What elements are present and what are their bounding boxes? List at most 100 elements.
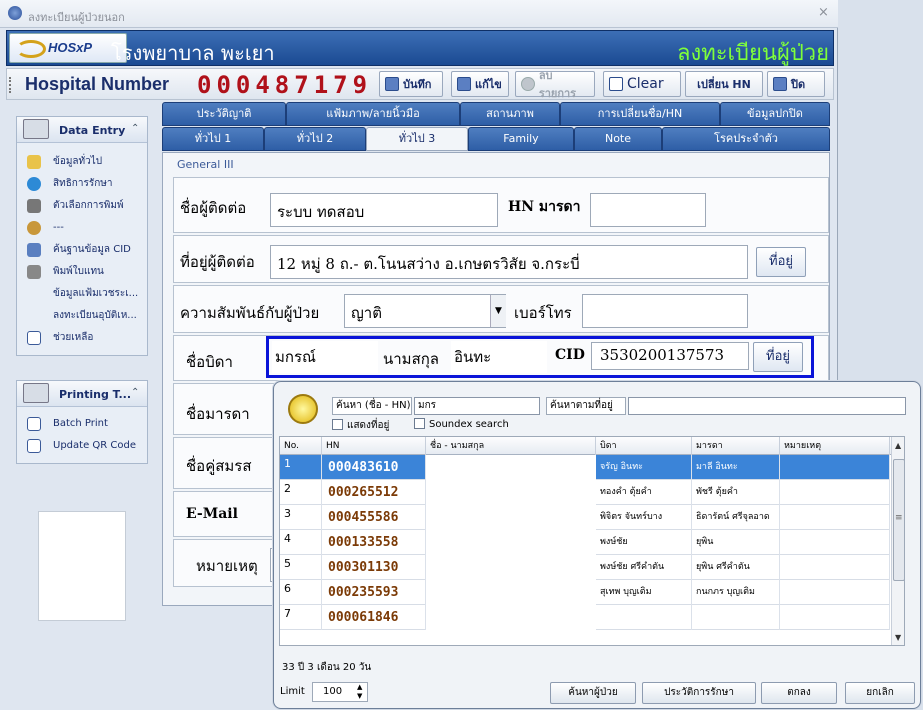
cell-father: พงษ์ชัย	[596, 530, 692, 555]
tab-chronic-disease[interactable]: โรคประจำตัว	[662, 127, 830, 151]
save-button[interactable]: บันทึก	[379, 71, 443, 97]
results-grid: No. HN ชื่อ - นามสกุล บิดา มารดา หมายเหต…	[279, 436, 905, 646]
sidebar-item-help[interactable]: ช่วยเหลือ	[17, 327, 147, 349]
father-surname-label: นามสกุล	[383, 350, 439, 368]
cell-father: ทองคำ ตุ้ยคำ	[596, 480, 692, 505]
tab-relatives[interactable]: ประวัติญาติ	[162, 102, 286, 126]
exit-icon	[773, 77, 787, 91]
cell-mother: ยุพิน	[692, 530, 780, 555]
tab-name-change[interactable]: การเปลี่ยนชื่อ/HN	[560, 102, 720, 126]
clear-button[interactable]: Clear	[603, 71, 681, 97]
tab-general-2[interactable]: ทั่วไป 2	[264, 127, 366, 151]
sidebar-item-print-options[interactable]: ตัวเลือกการพิมพ์	[17, 195, 147, 217]
patient-photo	[38, 511, 126, 621]
cell-hn: 000455586	[322, 505, 426, 530]
toolbar-grip[interactable]	[9, 77, 12, 93]
treatment-history-button[interactable]: ประวัติการรักษา	[642, 682, 756, 704]
title-bar: ลงทะเบียนผู้ป่วยนอก ×	[0, 0, 838, 28]
contact-address-field[interactable]: 12 หมู่ 8 ถ.- ต.โนนสว่าง อ.เกษตรวิสัย จ.…	[270, 245, 748, 279]
hn-value: 000487179	[197, 71, 373, 99]
sidebar-printing: Printing T... ⌃ Batch Print Update QR Co…	[16, 380, 148, 464]
show-address-checkbox[interactable]: แสดงที่อยู่	[332, 418, 389, 433]
pencil-icon	[457, 77, 471, 91]
tab-row-2: ทั่วไป 1 ทั่วไป 2 ทั่วไป 3 Family Note โ…	[162, 127, 830, 151]
tab-confidential[interactable]: ข้อมูลปกปิด	[720, 102, 830, 126]
mother-hn-label: HN มารดา	[508, 199, 581, 215]
sidebar-item-general[interactable]: ข้อมูลทั่วไป	[17, 151, 147, 173]
phone-field[interactable]	[582, 294, 748, 328]
cancel-button[interactable]: ยกเลิก	[845, 682, 915, 704]
chevron-up-icon[interactable]: ⌃	[131, 387, 139, 398]
father-first-name-field[interactable]: มกรณ์	[272, 341, 378, 373]
scroll-up-icon[interactable]: ▲	[895, 441, 901, 450]
cell-hn: 000301130	[322, 555, 426, 580]
cell-father: พิจิตร จันทร์บาง	[596, 505, 692, 530]
col-mother[interactable]: มารดา	[692, 437, 780, 455]
cell-note	[780, 605, 890, 630]
col-note[interactable]: หมายเหตุ	[780, 437, 890, 455]
relation-label: ความสัมพันธ์กับผู้ป่วย	[180, 304, 320, 322]
tab-status[interactable]: สถานภาพ	[460, 102, 560, 126]
mother-hn-field[interactable]	[590, 193, 706, 227]
change-hn-button[interactable]: เปลี่ยน HN	[685, 71, 763, 97]
sidebar-item-separator[interactable]: ---	[17, 217, 147, 239]
limit-stepper[interactable]: 100 ▲ ▼	[312, 682, 368, 702]
card-icon	[27, 243, 41, 257]
sidebar-item-medical-records[interactable]: ข้อมูลแฟ้มเวชระเ...	[17, 283, 147, 305]
col-no[interactable]: No.	[280, 437, 322, 455]
contact-field[interactable]: ระบบ ทดสอบ	[270, 193, 498, 227]
hn-label: Hospital Number	[25, 74, 170, 94]
grid-scrollbar[interactable]: ▲ ≡ ▼	[891, 437, 904, 645]
relation-row: ความสัมพันธ์กับผู้ป่วย ญาติ ▼ เบอร์โทร	[173, 285, 829, 333]
sidebar-item-batch-print[interactable]: Batch Print	[17, 413, 147, 435]
soundex-checkbox[interactable]: Soundex search	[414, 418, 509, 430]
ok-button[interactable]: ตกลง	[761, 682, 837, 704]
cell-note	[780, 455, 890, 480]
scroll-down-icon[interactable]: ▼	[895, 633, 901, 642]
cell-father: จรัญ อินทะ	[596, 455, 692, 480]
tab-photo-fingerprint[interactable]: แฟ้มภาพ/ลายนิ้วมือ	[286, 102, 460, 126]
chevron-up-icon[interactable]: ⌃	[131, 123, 139, 134]
sidebar-header[interactable]: Data Entry ⌃	[17, 117, 147, 143]
close-button[interactable]: ปิด	[767, 71, 825, 97]
col-name[interactable]: ชื่อ - นามสกุล	[426, 437, 596, 455]
tab-general-3[interactable]: ทั่วไป 3	[366, 127, 468, 151]
chevron-down-icon[interactable]: ▼	[490, 295, 506, 327]
sidebar-item-update-qr[interactable]: Update QR Code	[17, 435, 147, 457]
sidebar-item-reprint[interactable]: พิมพ์ใบแทน	[17, 261, 147, 283]
address-search-input[interactable]	[628, 397, 906, 415]
cell-note	[780, 505, 890, 530]
delete-button[interactable]: ลบรายการ	[515, 69, 595, 100]
close-icon[interactable]: ×	[818, 5, 829, 20]
edit-button[interactable]: แก้ไข	[451, 71, 509, 97]
cell-no: 7	[280, 605, 322, 630]
tab-family[interactable]: Family	[468, 127, 574, 151]
father-address-button[interactable]: ที่อยู่	[753, 342, 803, 372]
search-patient-button[interactable]: ค้นหาผู้ป่วย	[550, 682, 636, 704]
cell-no: 1	[280, 455, 322, 480]
sidebar-item-rights[interactable]: สิทธิการรักษา	[17, 173, 147, 195]
address-button[interactable]: ที่อยู่	[756, 247, 806, 277]
help-icon	[27, 331, 41, 345]
relation-select[interactable]: ญาติ	[344, 294, 506, 328]
tab-general-1[interactable]: ทั่วไป 1	[162, 127, 264, 151]
cid-label: CID	[555, 347, 585, 363]
father-label: ชื่อบิดา	[186, 353, 233, 371]
cell-mother: กนกภร บุญเติม	[692, 580, 780, 605]
search-input[interactable]: มกร	[414, 397, 540, 415]
cell-no: 4	[280, 530, 322, 555]
cid-field[interactable]: 3530200137573	[591, 342, 749, 370]
document-icon	[27, 417, 41, 431]
phone-label: เบอร์โทร	[514, 304, 572, 322]
father-highlight-box: มกรณ์ นามสกุล อินทะ CID 3530200137573 ที…	[266, 336, 814, 378]
col-father[interactable]: บิดา	[596, 437, 692, 455]
spinner-icon[interactable]: ▲ ▼	[357, 683, 362, 701]
search-label: ค้นหา (ชื่อ - HN)	[332, 397, 412, 415]
father-last-name-field[interactable]: อินทะ	[451, 341, 547, 373]
sidebar-printing-header[interactable]: Printing T... ⌃	[17, 381, 147, 407]
tab-note[interactable]: Note	[574, 127, 662, 151]
hospital-name: โรงพยาบาล พะเยา	[111, 41, 275, 65]
col-hn[interactable]: HN	[322, 437, 426, 455]
sidebar-item-accident[interactable]: ลงทะเบียนอุบัติเห...	[17, 305, 147, 327]
sidebar-item-cid[interactable]: ค้นฐานข้อมูล CID	[17, 239, 147, 261]
